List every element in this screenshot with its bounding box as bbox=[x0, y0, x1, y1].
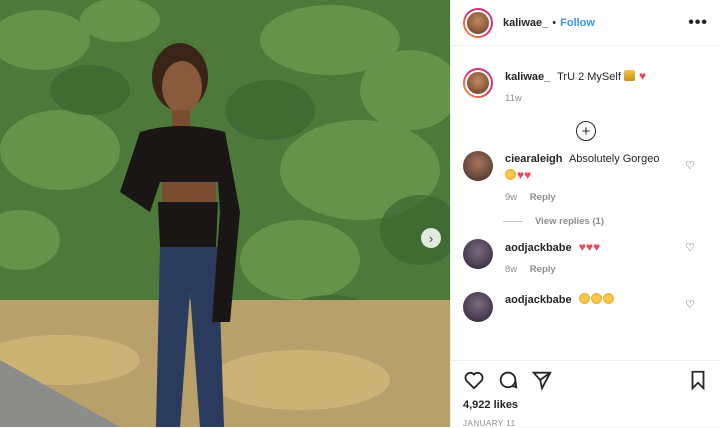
comment-row: ciearaleigh Absolutely Gorgeo ♥♥ 9w Repl… bbox=[463, 151, 709, 206]
post-header: kaliwae_ • Follow ••• bbox=[451, 0, 720, 46]
heart-eyes-emoji-icon bbox=[602, 293, 614, 304]
trophy-emoji-icon bbox=[623, 70, 635, 81]
red-heart-emoji-icon: ♥ bbox=[524, 168, 532, 182]
reply-button[interactable]: Reply bbox=[530, 192, 556, 203]
red-heart-emoji-icon: ♥ bbox=[578, 240, 586, 254]
author-username[interactable]: kaliwae_ bbox=[503, 17, 548, 29]
post-sidebar: kaliwae_ • Follow ••• kaliwae_ TrU 2 MyS… bbox=[450, 0, 720, 428]
comment-like-heart-icon[interactable]: ♡ bbox=[685, 241, 695, 254]
heart-eyes-emoji-icon bbox=[505, 169, 516, 180]
caption: kaliwae_ TrU 2 MySelf ♥ 11w bbox=[463, 68, 709, 107]
comments-section: kaliwae_ TrU 2 MySelf ♥ 11w + ciearaleig… bbox=[451, 58, 720, 358]
red-heart-emoji-icon: ♥ bbox=[585, 240, 593, 254]
comment-bubble-icon[interactable] bbox=[497, 369, 519, 391]
more-options-icon[interactable]: ••• bbox=[688, 14, 708, 32]
follow-button[interactable]: Follow bbox=[560, 17, 595, 29]
commenter-avatar[interactable] bbox=[463, 151, 493, 181]
view-replies-button[interactable]: View replies (1) bbox=[503, 216, 709, 227]
comment-time: 8w bbox=[505, 264, 518, 275]
person-figure bbox=[120, 43, 240, 427]
bookmark-icon[interactable] bbox=[687, 369, 709, 391]
caption-avatar[interactable] bbox=[463, 68, 493, 98]
author-avatar[interactable] bbox=[463, 7, 493, 38]
reply-button[interactable]: Reply bbox=[530, 264, 556, 275]
chevron-right-icon: › bbox=[428, 230, 434, 246]
comment-like-heart-icon[interactable]: ♡ bbox=[685, 159, 695, 172]
post-actions: 4,922 likes JANUARY 11 bbox=[451, 360, 720, 428]
paper-plane-icon[interactable] bbox=[531, 369, 553, 391]
load-more-comments[interactable]: + bbox=[463, 121, 709, 141]
comment-like-heart-icon[interactable]: ♡ bbox=[685, 298, 695, 311]
caption-text: TrU 2 MySelf bbox=[557, 71, 621, 83]
caption-time: 11w bbox=[505, 93, 522, 104]
comment-text: Absolutely Gorgeo bbox=[568, 153, 660, 165]
red-heart-emoji-icon: ♥ bbox=[639, 69, 647, 83]
comment-username[interactable]: ciearaleigh bbox=[505, 153, 562, 165]
comment-username[interactable]: aodjackbabe bbox=[505, 242, 572, 254]
post-photo[interactable]: › bbox=[0, 0, 450, 427]
comment-username[interactable]: aodjackbabe bbox=[505, 294, 572, 306]
instagram-post: › kaliwae_ • Follow ••• kaliwae_ TrU 2 M… bbox=[0, 0, 720, 428]
likes-count[interactable]: 4,922 likes bbox=[463, 399, 709, 411]
comment-time: 9w bbox=[505, 192, 518, 203]
separator-dot: • bbox=[552, 16, 557, 29]
comment-row: aodjackbabe ♥♥♥ 8w Reply ♡ bbox=[463, 239, 709, 278]
heart-eyes-emoji-icon bbox=[578, 293, 590, 304]
comment-row: aodjackbabe ♡ bbox=[463, 292, 709, 322]
commenter-avatar[interactable] bbox=[463, 292, 493, 322]
plus-circle-icon: + bbox=[576, 121, 596, 141]
carousel-next-button[interactable]: › bbox=[421, 228, 441, 248]
heart-outline-icon[interactable] bbox=[463, 369, 485, 391]
heart-eyes-emoji-icon bbox=[590, 293, 602, 304]
red-heart-emoji-icon: ♥ bbox=[592, 240, 601, 254]
caption-username[interactable]: kaliwae_ bbox=[505, 71, 550, 83]
commenter-avatar[interactable] bbox=[463, 239, 493, 269]
